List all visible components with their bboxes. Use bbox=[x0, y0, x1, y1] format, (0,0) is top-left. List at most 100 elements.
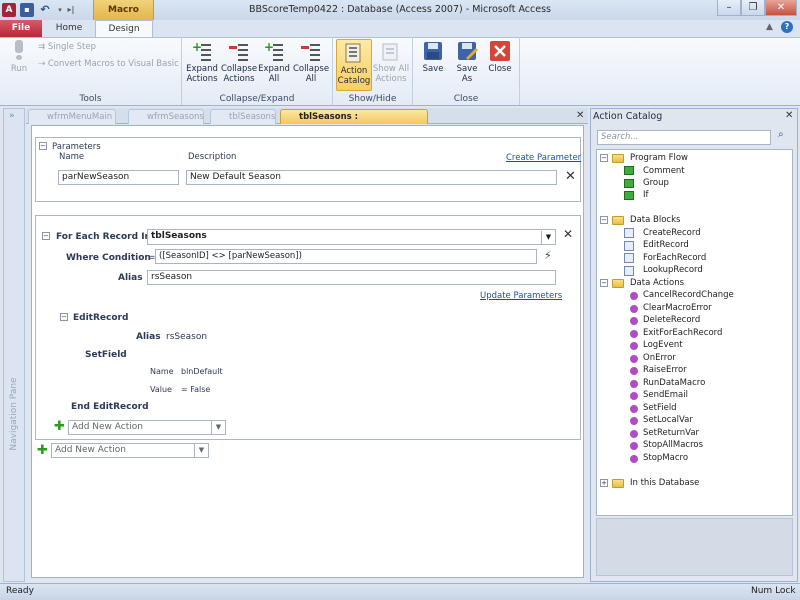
tab-home[interactable]: Home bbox=[48, 20, 90, 37]
setfield-value-value[interactable]: = False bbox=[181, 385, 210, 394]
catalog-item-createrecord[interactable]: CreateRecord bbox=[643, 228, 701, 238]
catalog-item-lookuprecord[interactable]: LookupRecord bbox=[643, 265, 703, 275]
create-parameter-link[interactable]: Create Parameter bbox=[506, 153, 581, 163]
expand-all-button[interactable]: + Expand All bbox=[258, 40, 290, 84]
collapse-editrecord-icon[interactable]: − bbox=[60, 313, 68, 321]
doc-tab-label: wfrmMenuMain bbox=[47, 112, 113, 122]
collapse-data-actions-icon[interactable]: − bbox=[600, 279, 608, 287]
catalog-item-setlocalvar[interactable]: SetLocalVar bbox=[643, 415, 693, 425]
close-catalog-icon[interactable]: ✕ bbox=[785, 110, 793, 121]
collapse-foreach-icon[interactable]: − bbox=[42, 232, 50, 240]
add-new-action-inner-select[interactable]: Add New Action ▼ bbox=[68, 420, 226, 435]
in-this-database-category[interactable]: In this Database bbox=[630, 478, 699, 488]
catalog-item-setreturnvar[interactable]: SetReturnVar bbox=[643, 428, 699, 438]
add-new-action-outer-label: Add New Action bbox=[55, 445, 126, 455]
help-icon[interactable]: ? bbox=[781, 21, 793, 33]
chevron-down-icon[interactable]: ▼ bbox=[194, 444, 208, 457]
catalog-item-editrecord[interactable]: EditRecord bbox=[643, 240, 689, 250]
setfield-name-value[interactable]: blnDefault bbox=[181, 367, 223, 376]
expand-actions-button[interactable]: + Expand Actions bbox=[185, 40, 219, 84]
folder-icon bbox=[612, 216, 624, 225]
param-name-input[interactable]: parNewSeason bbox=[58, 170, 179, 185]
catalog-item-foreachrecord[interactable]: ForEachRecord bbox=[643, 253, 706, 263]
doc-tab-tblseasons[interactable]: tblSeasons bbox=[210, 109, 276, 124]
catalog-item-clearmacroerror[interactable]: ClearMacroError bbox=[643, 303, 712, 313]
param-description-input[interactable]: New Default Season bbox=[186, 170, 557, 185]
catalog-item-rundatamacro[interactable]: RunDataMacro bbox=[643, 378, 705, 388]
close-document-icon[interactable]: ✕ bbox=[576, 110, 584, 121]
program-flow-category[interactable]: Program Flow bbox=[630, 153, 688, 163]
catalog-item-deleterecord[interactable]: DeleteRecord bbox=[643, 315, 700, 325]
close-macro-button[interactable]: Close bbox=[485, 40, 515, 74]
catalog-item-cancelrecordchange[interactable]: CancelRecordChange bbox=[643, 290, 734, 300]
expand-all-icon: + bbox=[263, 40, 285, 62]
catalog-item-if[interactable]: If bbox=[643, 190, 649, 200]
show-all-actions-icon bbox=[380, 40, 402, 62]
close-window-button[interactable]: ✕ bbox=[765, 0, 797, 16]
delete-foreach-icon[interactable]: ✕ bbox=[563, 227, 573, 241]
catalog-item-comment[interactable]: Comment bbox=[643, 166, 685, 176]
action-catalog-title: Action Catalog bbox=[593, 111, 663, 122]
catalog-item-exitforeachrecord[interactable]: ExitForEachRecord bbox=[643, 328, 722, 338]
data-actions-category[interactable]: Data Actions bbox=[630, 278, 684, 288]
collapse-all-button[interactable]: Collapse All bbox=[292, 40, 330, 84]
convert-label: Convert Macros to Visual Basic bbox=[47, 59, 179, 69]
single-step-button[interactable]: ⇉ Single Step bbox=[38, 42, 96, 52]
navigation-pane[interactable]: » Navigation Pane bbox=[3, 108, 25, 582]
status-num-lock: Num Lock bbox=[751, 586, 796, 596]
if-icon bbox=[624, 191, 634, 200]
doc-tab-wfrmmenumain[interactable]: wfrmMenuMain bbox=[28, 109, 116, 124]
catalog-item-sendemail[interactable]: SendEmail bbox=[643, 390, 688, 400]
collapse-parameters-icon[interactable]: − bbox=[39, 142, 47, 150]
end-editrecord-label: End EditRecord bbox=[71, 402, 149, 412]
catalog-item-logevent[interactable]: LogEvent bbox=[643, 340, 683, 350]
tab-design[interactable]: Design bbox=[95, 20, 153, 37]
show-all-actions-button[interactable]: Show All Actions bbox=[372, 40, 410, 84]
expand-all-label-1: Expand bbox=[258, 64, 290, 74]
collapse-program-flow-icon[interactable]: − bbox=[600, 154, 608, 162]
catalog-item-stopmacro[interactable]: StopMacro bbox=[643, 453, 688, 463]
save-as-label-2: As bbox=[461, 74, 473, 84]
save-button[interactable]: Save bbox=[419, 40, 447, 74]
foreach-alias-input[interactable]: rsSeason bbox=[147, 270, 556, 285]
where-condition-input[interactable]: ([SeasonID] <> [parNewSeason]) bbox=[155, 249, 537, 264]
catalog-search-input[interactable]: Search... bbox=[597, 130, 771, 145]
convert-macros-button[interactable]: ⇢ Convert Macros to Visual Basic bbox=[38, 59, 179, 69]
expression-builder-icon[interactable]: ⚡ bbox=[544, 249, 552, 262]
minimize-ribbon-icon[interactable]: ▲ bbox=[766, 22, 773, 32]
group-close-label: Close bbox=[453, 94, 479, 104]
editrecord-alias-value[interactable]: rsSeason bbox=[166, 332, 207, 342]
setfield-label[interactable]: SetField bbox=[85, 350, 127, 360]
group-tools-label: Tools bbox=[79, 94, 102, 104]
exclamation-icon bbox=[14, 40, 24, 60]
update-parameters-link[interactable]: Update Parameters bbox=[480, 291, 562, 301]
doc-tab-wfrmseasons[interactable]: wfrmSeasons bbox=[128, 109, 204, 124]
catalog-item-onerror[interactable]: OnError bbox=[643, 353, 676, 363]
chevron-down-icon[interactable]: ▼ bbox=[541, 231, 555, 244]
catalog-item-group[interactable]: Group bbox=[643, 178, 669, 188]
collapse-data-blocks-icon[interactable]: − bbox=[600, 216, 608, 224]
action-catalog-button[interactable]: Action Catalog bbox=[336, 39, 372, 91]
data-blocks-category[interactable]: Data Blocks bbox=[630, 215, 680, 225]
catalog-item-setfield[interactable]: SetField bbox=[643, 403, 677, 413]
doc-tab-dmcleardefaults[interactable]: tblSeasons : dmClearDefaults : bbox=[280, 109, 428, 136]
minimize-button[interactable]: – bbox=[717, 0, 741, 16]
collapse-actions-button[interactable]: Collapse Actions bbox=[220, 40, 258, 84]
collapse-all-icon bbox=[300, 40, 322, 62]
maximize-button[interactable]: ❐ bbox=[741, 0, 765, 16]
expand-in-this-database-icon[interactable]: + bbox=[600, 479, 608, 487]
foreach-table-select[interactable]: tblSeasons ▼ bbox=[147, 229, 556, 245]
foreach-alias-label: Alias bbox=[118, 273, 143, 283]
tab-file[interactable]: File bbox=[0, 20, 42, 37]
collapse-all-label-1: Collapse bbox=[292, 64, 330, 74]
run-button[interactable]: Run bbox=[6, 40, 32, 74]
save-as-button[interactable]: Save As bbox=[452, 40, 482, 84]
action-icon bbox=[630, 355, 638, 363]
expand-nav-icon[interactable]: » bbox=[9, 111, 15, 121]
search-icon[interactable]: ⌕ bbox=[778, 129, 784, 140]
delete-parameter-icon[interactable]: ✕ bbox=[565, 169, 576, 184]
add-new-action-outer-select[interactable]: Add New Action ▼ bbox=[51, 443, 209, 458]
catalog-item-raiseerror[interactable]: RaiseError bbox=[643, 365, 687, 375]
catalog-item-stopallmacros[interactable]: StopAllMacros bbox=[643, 440, 703, 450]
chevron-down-icon[interactable]: ▼ bbox=[211, 421, 225, 434]
